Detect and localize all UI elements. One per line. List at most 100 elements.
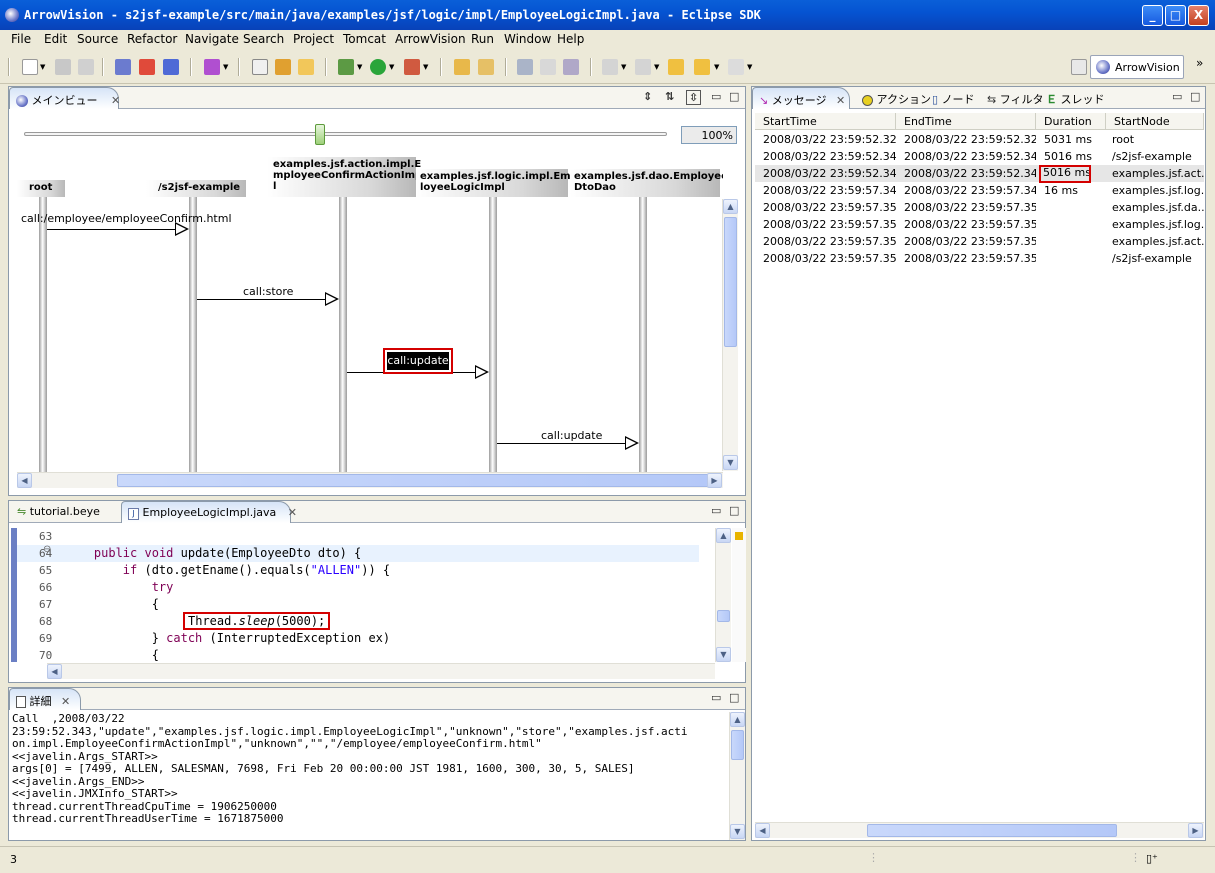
close-button[interactable]: X — [1188, 5, 1209, 26]
diagram-vertical-scrollbar[interactable]: ▲ ▼ — [722, 199, 738, 471]
minimize-view-icon[interactable]: ▭ — [711, 691, 721, 704]
scroll-left-icon[interactable]: ◀ — [47, 664, 62, 679]
close-tab-icon[interactable]: ✕ — [836, 94, 845, 107]
zoom-slider-thumb[interactable] — [315, 124, 325, 145]
generate-icon[interactable] — [204, 59, 220, 75]
prev-annotation-icon[interactable] — [635, 59, 651, 75]
maximize-view-icon[interactable]: □ — [729, 90, 739, 103]
chevron-down-icon[interactable]: ▼ — [654, 63, 659, 71]
perspective-button[interactable]: ArrowVision — [1090, 55, 1184, 79]
code-line[interactable]: { — [65, 597, 159, 611]
tab-main-view[interactable]: メインビュー ✕ — [9, 87, 120, 109]
detail-text[interactable]: Call ,2008/03/22 23:59:52.343,"update","e… — [12, 713, 724, 838]
chevron-down-icon[interactable]: ▼ — [40, 63, 45, 71]
maximize-view-icon[interactable]: □ — [729, 691, 739, 704]
menu-refactor[interactable]: Refactor — [127, 32, 177, 46]
print-icon[interactable] — [78, 59, 94, 75]
message-table[interactable]: StartTime EndTime Duration StartNode 200… — [755, 113, 1204, 821]
lifeline-s2jsf-example[interactable] — [189, 197, 197, 472]
menu-edit[interactable]: Edit — [44, 32, 67, 46]
collapse-icon[interactable]: ⇅ — [665, 90, 674, 103]
search-icon[interactable] — [478, 59, 494, 75]
next-annotation-icon[interactable] — [602, 59, 618, 75]
message-arrow-line[interactable] — [497, 443, 637, 444]
tab-messages[interactable]: ↘ メッセージ ✕ — [752, 87, 850, 109]
scroll-left-icon[interactable]: ◀ — [755, 823, 770, 838]
close-tab-icon[interactable]: ✕ — [288, 506, 297, 519]
maximize-button[interactable]: □ — [1165, 5, 1186, 26]
scroll-right-icon[interactable]: ▶ — [707, 473, 722, 488]
chevron-down-icon[interactable]: ▼ — [747, 63, 752, 71]
selected-message-highlight[interactable]: call:update — [383, 348, 453, 374]
menu-source[interactable]: Source — [77, 32, 118, 46]
column-header-starttime[interactable]: StartTime — [755, 113, 896, 130]
sequence-diagram[interactable]: root /s2jsf-example examples.jsf.action.… — [17, 157, 723, 472]
chevron-down-icon[interactable]: ▼ — [714, 63, 719, 71]
code-line[interactable]: public void update(EmployeeDto dto) { — [65, 546, 361, 560]
open-folder-icon[interactable] — [298, 59, 314, 75]
column-header-startnode[interactable]: StartNode — [1106, 113, 1204, 130]
maximize-view-icon[interactable]: □ — [1190, 90, 1200, 103]
open-perspective-icon[interactable] — [1071, 59, 1087, 75]
refresh-icon[interactable] — [275, 59, 291, 75]
fit-icon[interactable]: ⇳ — [686, 90, 702, 105]
menu-arrowvision[interactable]: ArrowVision — [395, 32, 466, 46]
editor-vertical-scrollbar[interactable]: ▲ ▼ — [715, 528, 731, 662]
debug-icon[interactable] — [338, 59, 354, 75]
minimize-view-icon[interactable]: ▭ — [711, 504, 721, 517]
menu-search[interactable]: Search — [243, 32, 284, 46]
menu-navigate[interactable]: Navigate — [185, 32, 239, 46]
back-icon[interactable] — [694, 59, 710, 75]
page-icon[interactable] — [252, 59, 268, 75]
tab-tutorial-beye[interactable]: ⇋ tutorial.beye — [11, 501, 106, 523]
minimize-button[interactable]: _ — [1142, 5, 1163, 26]
scroll-left-icon[interactable]: ◀ — [17, 473, 32, 488]
pen-icon[interactable] — [540, 59, 556, 75]
forward-icon[interactable] — [728, 59, 744, 75]
toolbar-overflow-button[interactable]: » — [1196, 56, 1203, 70]
scroll-thumb[interactable] — [717, 610, 730, 622]
menu-tomcat[interactable]: Tomcat — [343, 32, 386, 46]
lifeline-header-s2jsf-example[interactable]: /s2jsf-example — [146, 180, 246, 197]
minimize-view-icon[interactable]: ▭ — [1172, 90, 1182, 103]
last-edit-icon[interactable] — [668, 59, 684, 75]
scroll-up-icon[interactable]: ▲ — [716, 528, 731, 543]
save-icon[interactable] — [55, 59, 71, 75]
chevron-down-icon[interactable]: ▼ — [389, 63, 394, 71]
close-tab-icon[interactable]: ✕ — [61, 695, 70, 708]
column-header-duration[interactable]: Duration — [1036, 113, 1106, 130]
lifeline-logic-impl[interactable] — [489, 197, 497, 472]
code-area[interactable]: 63 64 public void update(EmployeeDto dto)… — [17, 528, 699, 662]
scroll-down-icon[interactable]: ▼ — [716, 647, 731, 662]
open-type-icon[interactable] — [454, 59, 470, 75]
code-line[interactable]: if (dto.getEname().equals("ALLEN")) { — [65, 563, 390, 577]
annotation-icon[interactable] — [563, 59, 579, 75]
close-tab-icon[interactable]: ✕ — [111, 94, 120, 107]
chevron-down-icon[interactable]: ▼ — [357, 63, 362, 71]
scroll-thumb[interactable] — [724, 217, 737, 347]
fold-collapse-icon[interactable]: ⊖ — [43, 544, 51, 555]
scroll-right-icon[interactable]: ▶ — [1188, 823, 1203, 838]
scroll-thumb[interactable] — [731, 730, 744, 760]
expand-icon[interactable]: ⇕ — [643, 90, 652, 103]
fast-view-icon[interactable]: ▯⁺ — [1146, 852, 1158, 865]
lifeline-header-action-impl[interactable]: examples.jsf.action.impl.E mployeeConfir… — [267, 157, 422, 197]
message-label[interactable]: call:store — [243, 285, 293, 298]
scroll-up-icon[interactable]: ▲ — [723, 199, 738, 214]
code-line[interactable]: try — [65, 580, 174, 594]
highlighted-code-line[interactable]: Thread.sleep(5000); — [182, 612, 331, 630]
tab-threads[interactable]: Ｅ スレッド — [1040, 87, 1111, 109]
menu-help[interactable]: Help — [557, 32, 584, 46]
menu-window[interactable]: Window — [504, 32, 551, 46]
tab-detail[interactable]: 詳細 ✕ — [9, 688, 81, 710]
warning-marker-icon[interactable] — [735, 532, 743, 540]
detail-vertical-scrollbar[interactable]: ▲ ▼ — [729, 712, 745, 840]
diagram-horizontal-scrollbar[interactable]: ◀ ▶ — [17, 472, 723, 488]
scroll-thumb[interactable] — [867, 824, 1117, 837]
menu-file[interactable]: File — [11, 32, 31, 46]
tab-nodes[interactable]: ▯ ノード — [926, 87, 981, 109]
scroll-thumb[interactable] — [117, 474, 717, 487]
lifeline-header-dao[interactable]: examples.jsf.dao.Employee DtoDao — [570, 169, 723, 197]
lifeline-header-root[interactable]: root — [17, 180, 65, 197]
new-icon[interactable] — [22, 59, 38, 75]
